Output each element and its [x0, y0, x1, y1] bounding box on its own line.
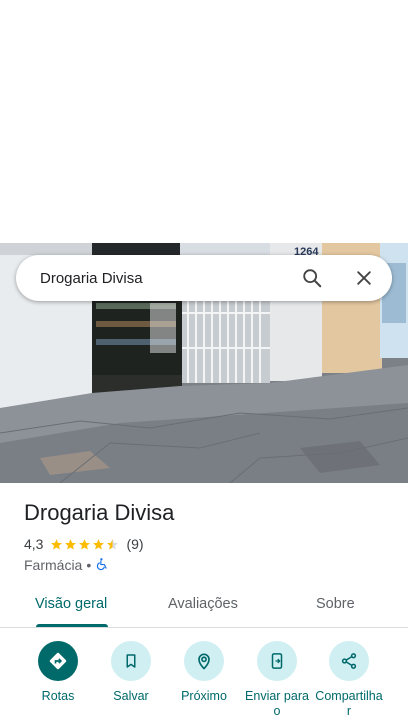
close-icon[interactable] — [352, 266, 376, 290]
place-title: Drogaria Divisa — [24, 500, 175, 525]
nearby-button[interactable]: Próximo — [164, 641, 244, 704]
star-rating — [50, 538, 120, 551]
send-to-phone-button[interactable]: Enviar para o — [237, 641, 317, 719]
map-blank-area — [0, 0, 408, 243]
star-icon — [79, 538, 91, 550]
star-icon — [93, 538, 105, 550]
search-query-text[interactable]: Drogaria Divisa — [40, 270, 300, 287]
share-icon — [329, 641, 369, 681]
search-bar[interactable]: Drogaria Divisa — [16, 255, 392, 301]
category-row: Farmácia • — [24, 556, 109, 574]
directions-label: Rotas — [41, 689, 75, 703]
star-icon — [51, 538, 63, 550]
wheelchair-icon — [95, 557, 109, 574]
tab-bar: Visão geral Avaliações Sobre — [0, 583, 408, 628]
send-to-phone-icon — [257, 641, 297, 681]
search-icon[interactable] — [300, 266, 324, 290]
rating-row[interactable]: 4,3 (9) — [24, 535, 144, 553]
bookmark-icon — [111, 641, 151, 681]
review-count: (9) — [126, 536, 144, 552]
tab-reviews[interactable]: Avaliações — [168, 596, 238, 612]
tab-about[interactable]: Sobre — [316, 596, 355, 612]
star-icon — [65, 538, 77, 550]
save-button[interactable]: Salvar — [91, 641, 171, 704]
send-to-phone-label: Enviar para o — [245, 689, 309, 718]
nearby-icon — [184, 641, 224, 681]
directions-icon — [38, 641, 78, 681]
save-label: Salvar — [113, 689, 149, 703]
place-category: Farmácia — [24, 557, 83, 573]
separator-dot: • — [86, 557, 92, 573]
half-star-icon — [107, 538, 119, 550]
directions-button[interactable]: Rotas — [18, 641, 98, 704]
active-tab-indicator — [36, 624, 108, 627]
rating-value: 4,3 — [24, 536, 44, 552]
tab-overview[interactable]: Visão geral — [35, 596, 107, 612]
nearby-label: Próximo — [181, 689, 227, 703]
share-label: Compartilhar — [315, 689, 383, 718]
share-button[interactable]: Compartilhar — [309, 641, 389, 719]
